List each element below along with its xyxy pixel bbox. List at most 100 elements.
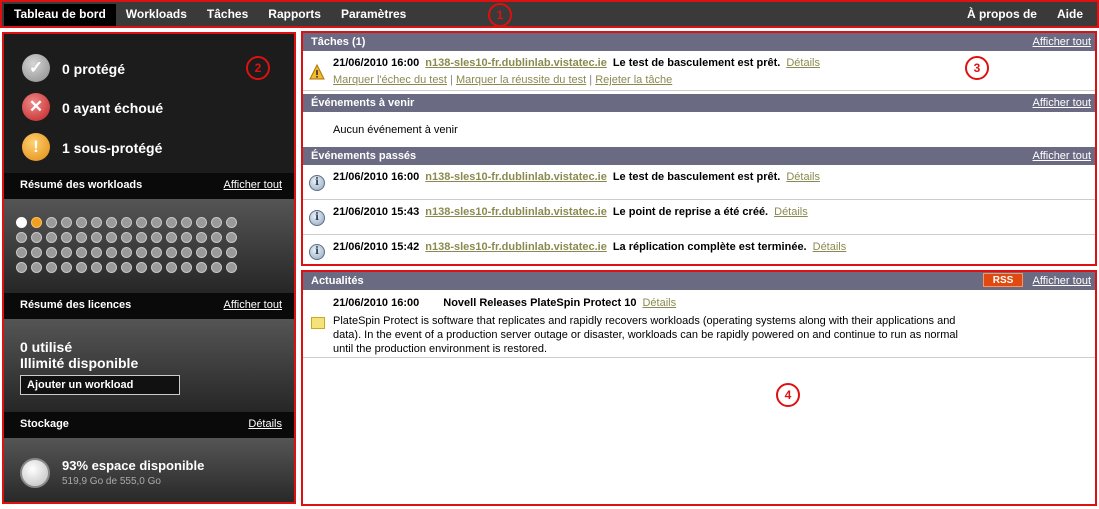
event-details-link[interactable]: Détails xyxy=(774,206,808,218)
workload-slot-dot xyxy=(181,232,192,243)
workload-slot-dot xyxy=(61,247,72,258)
workload-slot-dot xyxy=(136,232,147,243)
add-workload-button[interactable]: Ajouter un workload xyxy=(20,375,180,395)
workload-slot-dot xyxy=(76,232,87,243)
workload-slot-dot xyxy=(121,247,132,258)
news-details-link[interactable]: Détails xyxy=(642,297,676,309)
callout-3: 3 xyxy=(965,56,989,80)
secondary-nav: À propos de Aide xyxy=(955,4,1091,26)
workloads-grid-area xyxy=(4,199,294,293)
event-server-link[interactable]: n138-sles10-fr.dublinlab.vistatec.ie xyxy=(425,206,607,218)
nav-about[interactable]: À propos de xyxy=(955,4,1045,26)
event-message: Le point de reprise a été créé. xyxy=(612,206,769,218)
workload-slot-dot xyxy=(181,262,192,273)
workload-slot-dot xyxy=(91,232,102,243)
news-title: Actualités xyxy=(311,275,364,287)
storage-free: 93% espace disponible xyxy=(62,458,205,473)
workload-slot-dot xyxy=(76,247,87,258)
task-date: 21/06/2010 16:00 xyxy=(333,57,420,69)
rss-feed-button[interactable]: RSS xyxy=(983,273,1023,287)
workload-slot-dot xyxy=(106,262,117,273)
workload-slot-dot xyxy=(31,262,42,273)
workload-slot-dot xyxy=(16,232,27,243)
workload-slot-dot xyxy=(166,262,177,273)
workload-slot-dot xyxy=(196,247,207,258)
task-details-link[interactable]: Détails xyxy=(786,57,820,69)
workload-slot-dot[interactable] xyxy=(16,217,27,228)
workload-slot-dot xyxy=(61,232,72,243)
workload-slot-dot xyxy=(91,217,102,228)
check-icon: ✓ xyxy=(22,54,50,82)
tasks-show-all-link[interactable]: Afficher tout xyxy=(1033,36,1092,48)
event-server-link[interactable]: n138-sles10-fr.dublinlab.vistatec.ie xyxy=(425,171,607,183)
workload-slot-dot xyxy=(121,232,132,243)
info-icon: i xyxy=(309,175,325,191)
workload-slot-dot xyxy=(166,217,177,228)
workload-slot-dot xyxy=(196,262,207,273)
workload-slot-dot xyxy=(211,247,222,258)
workload-slot-dot xyxy=(61,262,72,273)
workload-slot-dot xyxy=(16,247,27,258)
nav-settings[interactable]: Paramètres xyxy=(331,4,416,26)
upcoming-show-all-link[interactable]: Afficher tout xyxy=(1033,97,1092,109)
news-date: 21/06/2010 16:00 xyxy=(333,297,420,309)
licenses-used: 0 utilisé xyxy=(20,339,73,355)
event-date: 21/06/2010 15:42 xyxy=(333,241,420,253)
nav-reports[interactable]: Rapports xyxy=(258,4,331,26)
workload-slot-dot[interactable] xyxy=(31,217,42,228)
warning-triangle-icon xyxy=(309,64,325,80)
workload-slot-dot xyxy=(136,262,147,273)
past-event-row: i 21/06/2010 15:42 n138-sles10-fr.dublinl… xyxy=(303,235,1095,264)
task-message: Le test de basculement est prêt. xyxy=(612,57,781,69)
past-event-row: i 21/06/2010 16:00 n138-sles10-fr.dublinl… xyxy=(303,165,1095,200)
top-navigation-bar: Tableau de bord Workloads Tâches Rapport… xyxy=(0,0,1099,28)
news-show-all-link[interactable]: Afficher tout xyxy=(1033,275,1092,287)
nav-workloads[interactable]: Workloads xyxy=(116,4,197,26)
workload-slot-dot xyxy=(121,217,132,228)
event-details-link[interactable]: Détails xyxy=(786,171,820,183)
error-icon: ✕ xyxy=(22,93,50,121)
action-separator: | xyxy=(450,74,453,86)
callout-4: 4 xyxy=(776,383,800,407)
news-panel: Actualités RSS Afficher tout 21/06/2010 … xyxy=(301,270,1097,506)
nav-tasks[interactable]: Tâches xyxy=(197,4,258,26)
mark-test-success-link[interactable]: Marquer la réussite du test xyxy=(456,74,586,86)
tasks-header: Tâches (1) Afficher tout xyxy=(303,33,1095,51)
mark-test-failed-link[interactable]: Marquer l'échec du test xyxy=(333,74,447,86)
past-show-all-link[interactable]: Afficher tout xyxy=(1033,150,1092,162)
workloads-show-all-link[interactable]: Afficher tout xyxy=(224,179,283,191)
nav-help[interactable]: Aide xyxy=(1045,4,1091,26)
workload-slot-dot xyxy=(211,217,222,228)
workload-slot-dot xyxy=(226,247,237,258)
task-server-link[interactable]: n138-sles10-fr.dublinlab.vistatec.ie xyxy=(425,57,607,69)
workload-slot-dot xyxy=(211,262,222,273)
workload-slot-dot xyxy=(211,232,222,243)
storage-details-link[interactable]: Détails xyxy=(248,418,282,430)
workload-dot-grid xyxy=(16,217,241,277)
upcoming-events-body: Aucun événement à venir xyxy=(303,112,1095,146)
workload-slot-dot xyxy=(226,217,237,228)
past-events-title: Événements passés xyxy=(311,150,417,162)
workload-slot-dot xyxy=(76,217,87,228)
workload-slot-dot xyxy=(46,217,57,228)
workload-slot-dot xyxy=(166,247,177,258)
workload-slot-dot xyxy=(46,232,57,243)
workload-slot-dot xyxy=(61,217,72,228)
callout-2: 2 xyxy=(246,56,270,80)
news-header: Actualités RSS Afficher tout xyxy=(303,272,1095,290)
reject-task-link[interactable]: Rejeter la tâche xyxy=(595,74,672,86)
event-server-link[interactable]: n138-sles10-fr.dublinlab.vistatec.ie xyxy=(425,241,607,253)
workload-slot-dot xyxy=(106,232,117,243)
no-upcoming-events: Aucun événement à venir xyxy=(333,124,458,136)
storage-detail: 519,9 Go de 555,0 Go xyxy=(62,476,161,487)
storage-header: Stockage Détails xyxy=(4,412,294,438)
workload-slot-dot xyxy=(106,247,117,258)
event-details-link[interactable]: Détails xyxy=(813,241,847,253)
licenses-show-all-link[interactable]: Afficher tout xyxy=(224,299,283,311)
storage-gauge-icon xyxy=(20,458,50,488)
nav-dashboard[interactable]: Tableau de bord xyxy=(4,4,116,26)
workload-slot-dot xyxy=(166,232,177,243)
workload-slot-dot xyxy=(46,262,57,273)
upcoming-events-header: Événements à venir Afficher tout xyxy=(303,94,1095,112)
workload-slot-dot xyxy=(76,262,87,273)
